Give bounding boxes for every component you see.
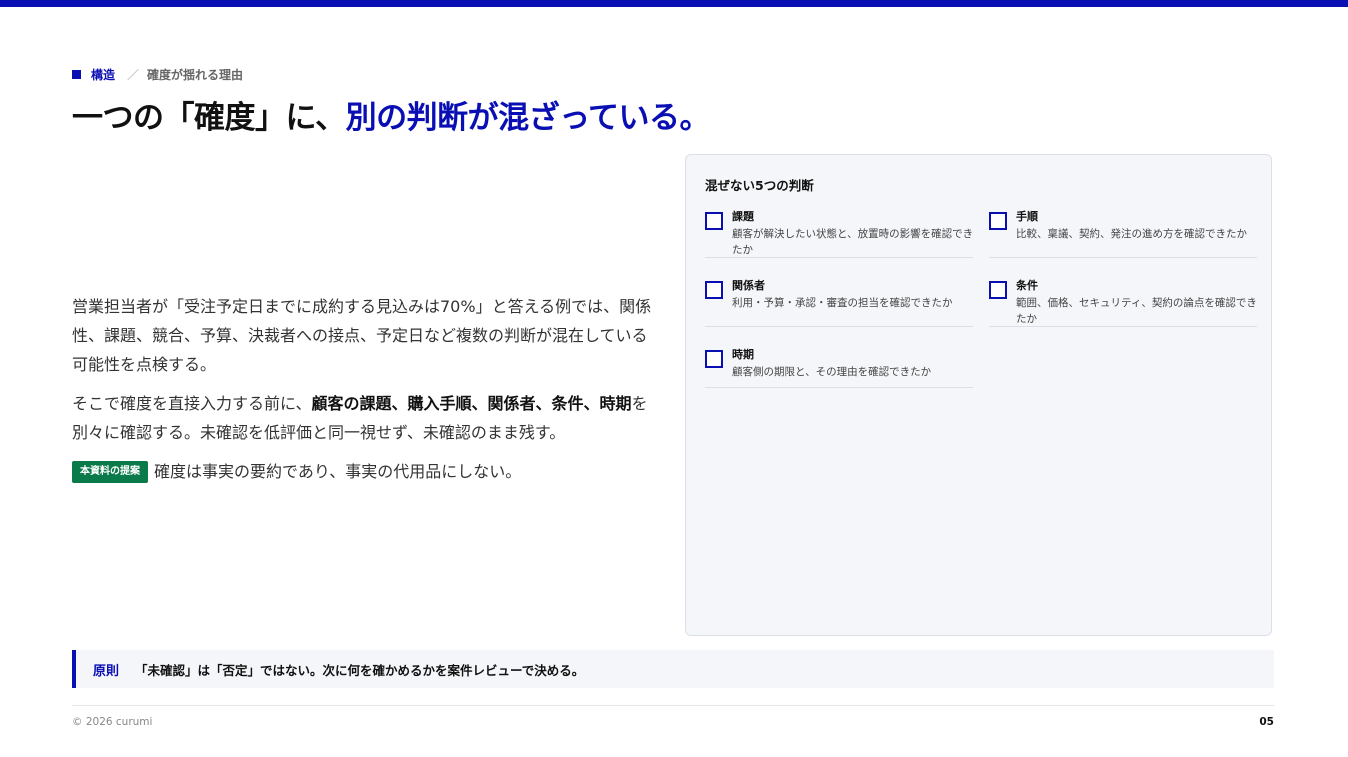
checkbox-icon[interactable]: [705, 212, 723, 230]
checklist-item-title: 時期: [732, 348, 754, 361]
checklist-item-desc: 顧客側の期限と、その理由を確認できたか: [732, 366, 932, 378]
checklist-item-desc: 範囲、価格、セキュリティ、契約の論点を確認できたか: [1016, 297, 1257, 325]
principle-label: 原則: [93, 663, 120, 679]
checklist-item-desc: 比較、稟議、契約、発注の進め方を確認できたか: [1016, 228, 1247, 240]
checklist-item-tejun: 手順 比較、稟議、契約、発注の進め方を確認できたか: [989, 210, 1257, 258]
principle-callout: 原則 「未確認」は「否定」ではない。次に何を確かめるかを案件レビューで決める。: [72, 650, 1274, 688]
body-paragraph-1: 営業担当者が「受注予定日までに成約する見込みは70%」と答える例では、関係性、課…: [72, 297, 652, 374]
checklist-item-title: 手順: [1016, 210, 1038, 223]
checklist-item-title: 関係者: [732, 279, 765, 292]
title-accent: 別の判断が混ざっている。: [345, 100, 711, 136]
checklist-item-title: 条件: [1016, 279, 1038, 292]
page-number: 05: [1259, 716, 1274, 728]
breadcrumb-subsection: 確度が揺れる理由: [147, 67, 244, 82]
checklist-item-kadai: 課題 顧客が解決したい状態と、放置時の影響を確認できたか: [705, 210, 973, 258]
proposal-row: 本資料の提案 確度は事実の要約であり、事実の代用品にしない。: [72, 457, 656, 486]
checkbox-icon[interactable]: [705, 350, 723, 368]
checkbox-icon[interactable]: [989, 281, 1007, 299]
checklist-item-title: 課題: [732, 210, 754, 223]
checklist-item-desc: 顧客が解決したい状態と、放置時の影響を確認できたか: [732, 228, 974, 256]
top-accent-bar: [0, 0, 1348, 7]
checklist-item-jiki: 時期 顧客側の期限と、その理由を確認できたか: [705, 348, 973, 388]
paragraph-2-intro: そこで確度を直接入力する前に、: [72, 394, 312, 413]
title-plain: 一つの「確度」に、: [72, 100, 346, 136]
footer-divider: [72, 705, 1274, 706]
breadcrumb: 構造 ／ 確度が揺れる理由: [72, 66, 243, 82]
principle-text: 「未確認」は「否定」ではない。次に何を確かめるかを案件レビューで決める。: [135, 662, 585, 678]
checklist-item-desc: 利用・予算・承認・審査の担当を確認できたか: [732, 297, 953, 309]
copyright: © 2026 curumi: [72, 716, 153, 728]
body-text: 営業担当者が「受注予定日までに成約する見込みは70%」と答える例では、関係性、課…: [72, 292, 656, 486]
proposal-badge: 本資料の提案: [72, 460, 148, 483]
checklist-item-jouken: 条件 範囲、価格、セキュリティ、契約の論点を確認できたか: [989, 279, 1257, 327]
page-title: 一つの「確度」に、別の判断が混ざっている。: [72, 96, 711, 140]
checklist-item-kankeisha: 関係者 利用・予算・承認・審査の担当を確認できたか: [705, 279, 973, 327]
checklist-card: 混ぜない5つの判断 課題 顧客が解決したい状態と、放置時の影響を確認できたか 手…: [685, 154, 1272, 636]
proposal-text: 確度は事実の要約であり、事実の代用品にしない。: [154, 462, 522, 481]
paragraph-2-emphasis: 顧客の課題、購入手順、関係者、条件、時期: [311, 394, 632, 413]
square-icon: [72, 69, 81, 79]
checklist-title: 混ぜない5つの判断: [705, 178, 814, 193]
body-paragraph-2: そこで確度を直接入力する前に、顧客の課題、購入手順、関係者、条件、時期を別々に確…: [72, 389, 656, 447]
checkbox-icon[interactable]: [989, 212, 1007, 230]
breadcrumb-section: 構造: [91, 67, 116, 82]
checkbox-icon[interactable]: [705, 281, 723, 299]
breadcrumb-separator: ／: [127, 67, 140, 82]
